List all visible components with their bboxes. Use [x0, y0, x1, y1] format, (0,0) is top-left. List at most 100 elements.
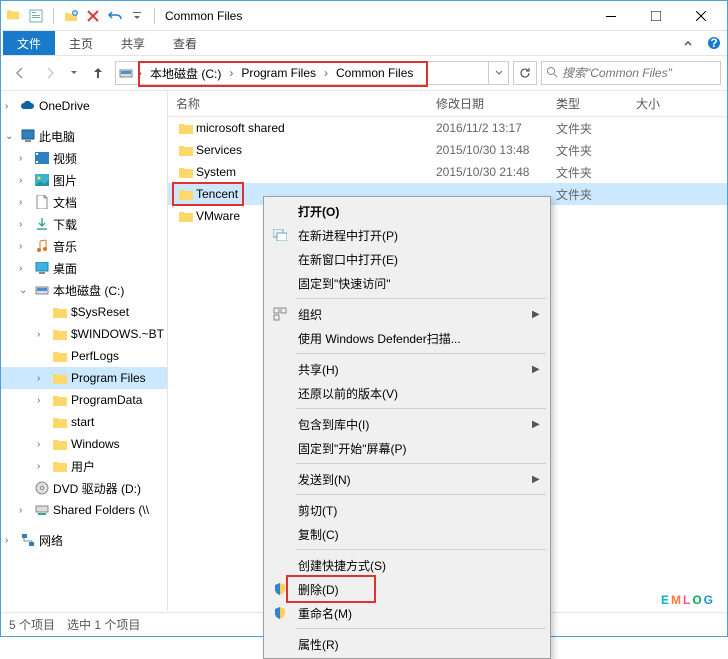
context-menu: 打开(O) 在新进程中打开(P) 在新窗口中打开(E) 固定到"快速访问" 组织… [263, 196, 551, 659]
tab-file[interactable]: 文件 [3, 31, 55, 55]
new-folder-qat-icon[interactable] [60, 5, 82, 27]
tab-share[interactable]: 共享 [107, 31, 159, 55]
tree-item-dvd[interactable]: DVD 驱动器 (D:) [1, 477, 167, 499]
help-icon[interactable]: ? [701, 31, 727, 55]
drive-icon [33, 284, 51, 296]
tab-view[interactable]: 查看 [159, 31, 211, 55]
network-drive-icon [33, 504, 51, 516]
ctx-cut[interactable]: 剪切(T) [266, 498, 548, 522]
column-size[interactable]: 大小 [636, 95, 660, 112]
search-box[interactable] [541, 61, 721, 85]
search-input[interactable] [562, 66, 719, 80]
tree-item-thispc[interactable]: ⌄此电脑 [1, 125, 167, 147]
shield-icon [266, 582, 294, 596]
ctx-create-shortcut[interactable]: 创建快捷方式(S) [266, 553, 548, 577]
file-row[interactable]: microsoft shared2016/11/2 13:17文件夹 [168, 117, 727, 139]
app-icon [5, 8, 21, 24]
ctx-share[interactable]: 共享(H)▶ [266, 357, 548, 381]
shield-icon [266, 606, 294, 620]
ctx-pin-quick-access[interactable]: 固定到"快速访问" [266, 271, 548, 295]
column-name[interactable]: 名称 [176, 95, 436, 112]
folder-icon [176, 165, 196, 179]
properties-qat-icon[interactable] [25, 5, 47, 27]
ctx-pin-start[interactable]: 固定到"开始"屏幕(P) [266, 436, 548, 460]
folder-icon [51, 327, 69, 341]
documents-icon [33, 195, 51, 209]
ctx-properties[interactable]: 属性(R) [266, 632, 548, 656]
titlebar: Common Files [1, 1, 727, 31]
breadcrumb-item[interactable]: Program Files [235, 62, 322, 84]
dvd-icon [33, 481, 51, 495]
tree-item-music[interactable]: ›音乐 [1, 235, 167, 257]
breadcrumb-item[interactable]: 本地磁盘 (C:) [144, 62, 227, 84]
tree-item-programdata[interactable]: ›ProgramData [1, 389, 167, 411]
ribbon-expand-icon[interactable] [675, 31, 701, 55]
breadcrumb-bar[interactable]: › 本地磁盘 (C:) › Program Files › Common Fil… [115, 61, 509, 85]
breadcrumb-dropdown-icon[interactable] [488, 62, 508, 84]
nav-history-dropdown[interactable] [67, 60, 81, 86]
navigation-pane[interactable]: ›OneDrive ⌄此电脑 ›视频 ›图片 ›文档 ›下载 ›音乐 ›桌面 ⌄… [1, 91, 168, 611]
tree-item-start[interactable]: start [1, 411, 167, 433]
minimize-button[interactable] [588, 2, 633, 30]
tree-item-windows[interactable]: ›Windows [1, 433, 167, 455]
column-type[interactable]: 类型 [556, 95, 636, 112]
tree-item-downloads[interactable]: ›下载 [1, 213, 167, 235]
breadcrumb-item[interactable]: Common Files [330, 62, 419, 84]
ctx-send-to[interactable]: 发送到(N)▶ [266, 467, 548, 491]
nav-back-button[interactable] [7, 60, 33, 86]
chevron-right-icon[interactable]: › [322, 66, 330, 80]
window-title: Common Files [165, 9, 242, 23]
ctx-restore-previous[interactable]: 还原以前的版本(V) [266, 381, 548, 405]
folder-icon [176, 143, 196, 157]
tree-item-videos[interactable]: ›视频 [1, 147, 167, 169]
ctx-organize[interactable]: 组织▶ [266, 302, 548, 326]
folder-icon [51, 415, 69, 429]
tab-home[interactable]: 主页 [55, 31, 107, 55]
network-icon [19, 533, 37, 547]
qat-dropdown-icon[interactable] [126, 5, 148, 27]
ctx-copy[interactable]: 复制(C) [266, 522, 548, 546]
tree-item-sysreset[interactable]: $SysReset [1, 301, 167, 323]
tree-item-windowsbt[interactable]: ›$WINDOWS.~BT [1, 323, 167, 345]
undo-qat-icon[interactable] [104, 5, 126, 27]
chevron-right-icon[interactable]: › [136, 66, 144, 80]
ctx-open-new-window[interactable]: 在新窗口中打开(E) [266, 247, 548, 271]
tree-item-cdrive[interactable]: ⌄本地磁盘 (C:) [1, 279, 167, 301]
tree-item-documents[interactable]: ›文档 [1, 191, 167, 213]
delete-qat-icon[interactable] [82, 5, 104, 27]
tree-item-network[interactable]: ›网络 [1, 529, 167, 551]
ctx-open-new-process[interactable]: 在新进程中打开(P) [266, 223, 548, 247]
tree-item-programfiles[interactable]: ›Program Files [1, 367, 167, 389]
refresh-button[interactable] [513, 61, 537, 85]
tree-item-sharedfolders[interactable]: ›Shared Folders (\\ [1, 499, 167, 521]
tree-item-users[interactable]: ›用户 [1, 455, 167, 477]
computer-icon [19, 129, 37, 143]
pictures-icon [33, 174, 51, 186]
window-controls [588, 2, 723, 30]
watermark-logo: EMLOG [661, 566, 715, 614]
tree-item-perflogs[interactable]: PerfLogs [1, 345, 167, 367]
file-row[interactable]: Services2015/10/30 13:48文件夹 [168, 139, 727, 161]
folder-icon [51, 371, 69, 385]
maximize-button[interactable] [633, 2, 678, 30]
file-row[interactable]: System2015/10/30 21:48文件夹 [168, 161, 727, 183]
tree-item-desktop[interactable]: ›桌面 [1, 257, 167, 279]
downloads-icon [33, 217, 51, 231]
ctx-delete[interactable]: 删除(D) [266, 577, 548, 601]
svg-text:?: ? [710, 36, 717, 50]
chevron-right-icon: ▶ [532, 474, 548, 485]
ctx-rename[interactable]: 重命名(M) [266, 601, 548, 625]
tree-item-onedrive[interactable]: ›OneDrive [1, 95, 167, 117]
nav-up-button[interactable] [85, 60, 111, 86]
ctx-defender-scan[interactable]: 使用 Windows Defender扫描... [266, 326, 548, 350]
ctx-open[interactable]: 打开(O) [266, 199, 548, 223]
nav-forward-button[interactable] [37, 60, 63, 86]
chevron-right-icon[interactable]: › [227, 66, 235, 80]
column-headers[interactable]: 名称 修改日期 类型 大小 [168, 91, 727, 117]
close-button[interactable] [678, 2, 723, 30]
folder-icon [176, 187, 196, 201]
column-date[interactable]: 修改日期 [436, 95, 556, 112]
ctx-include-library[interactable]: 包含到库中(I)▶ [266, 412, 548, 436]
tree-item-pictures[interactable]: ›图片 [1, 169, 167, 191]
window-icon [266, 229, 294, 241]
